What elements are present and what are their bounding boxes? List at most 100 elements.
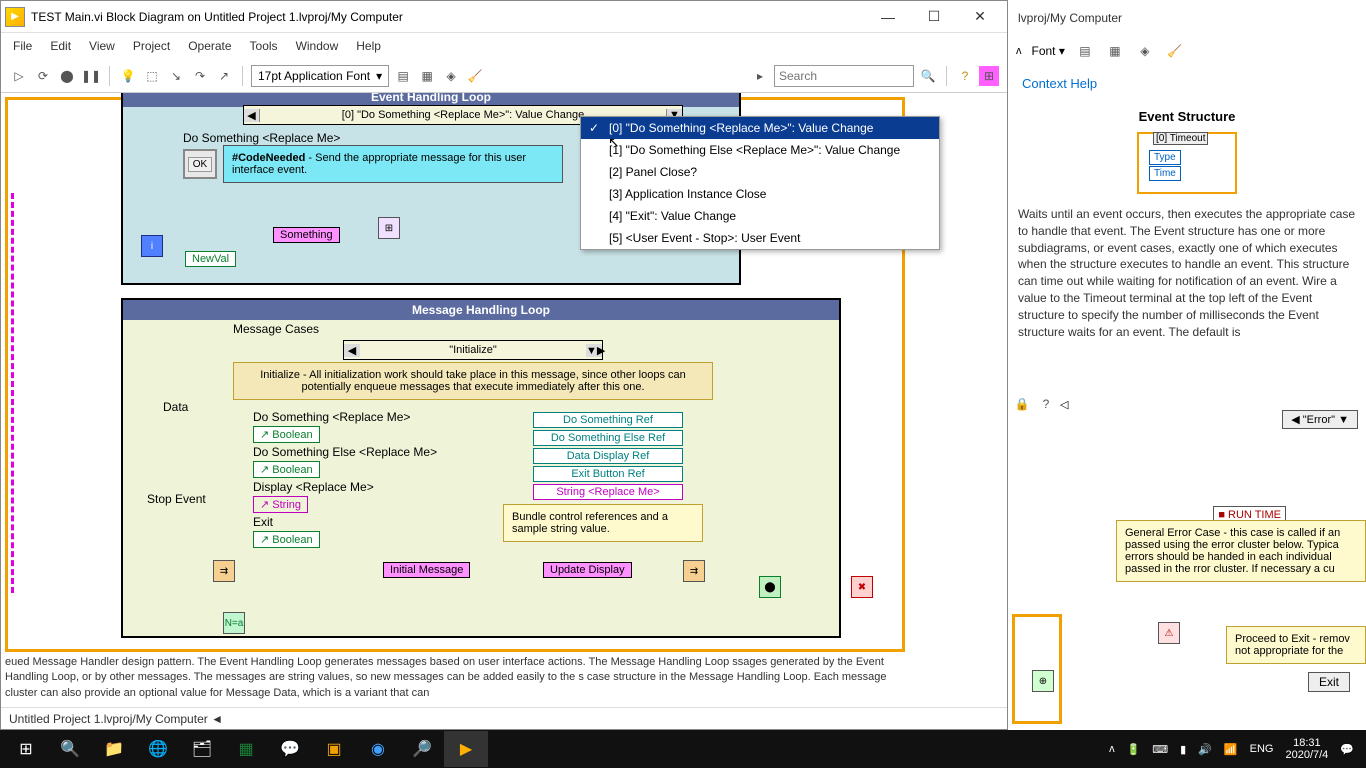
align-icon-2[interactable]: ▤ xyxy=(1075,41,1095,61)
start-button[interactable]: ⊞ xyxy=(4,731,48,767)
string-terminal[interactable]: ↗ String xyxy=(253,496,308,513)
dropdown-item-4[interactable]: [4] "Exit": Value Change xyxy=(581,205,939,227)
merge-node-icon[interactable]: ⊕ xyxy=(1032,670,1054,692)
tray-notifications-icon[interactable]: 💬 xyxy=(1340,743,1354,756)
dequeue-node-icon[interactable]: ⇉ xyxy=(213,560,235,582)
prev-case-icon[interactable]: ◀ xyxy=(244,109,260,122)
event-case-dropdown[interactable]: [0] "Do Something <Replace Me>": Value C… xyxy=(580,116,940,250)
stop-event-label: Stop Event xyxy=(147,492,206,506)
distribute-icon-2[interactable]: ▦ xyxy=(1105,41,1125,61)
event-structure-glyph: [0] Timeout Type Time xyxy=(1137,132,1237,194)
ok-control-terminal[interactable]: OK xyxy=(183,149,217,179)
step-into-icon[interactable]: ↘ xyxy=(166,66,186,86)
retain-wire-icon[interactable]: ⬚ xyxy=(142,66,162,86)
menu-window[interactable]: Window xyxy=(296,39,339,53)
taskbar-app-6[interactable]: ◉ xyxy=(356,731,400,767)
maximize-button[interactable]: ☐ xyxy=(911,2,957,32)
taskbar-app-5[interactable]: ▣ xyxy=(312,731,356,767)
dropdown-item-2[interactable]: [2] Panel Close? xyxy=(581,161,939,183)
exit-constant[interactable]: Exit xyxy=(1308,672,1350,692)
next-msg-case-icon[interactable]: ▼▶ xyxy=(586,344,602,357)
lock-icon[interactable]: 🔒 xyxy=(1012,394,1032,414)
help-icon[interactable]: ? xyxy=(955,66,975,86)
reorder-icon[interactable]: ◈ xyxy=(441,66,461,86)
stop-terminal-icon[interactable]: ⬤ xyxy=(759,576,781,598)
msg-loop-title: Message Handling Loop xyxy=(123,300,839,320)
tray-chevron-icon[interactable]: ʌ xyxy=(1109,743,1115,755)
context-help-link[interactable]: Context Help xyxy=(1008,66,1366,101)
tray-volume-icon[interactable]: 🔊 xyxy=(1198,743,1212,756)
error-case-selector[interactable]: ◀ "Error" ▼ xyxy=(1282,410,1358,429)
taskbar-chrome-icon[interactable]: 🌐 xyxy=(136,731,180,767)
tray-input-icon[interactable]: ⌨ xyxy=(1152,743,1168,756)
step-over-icon[interactable]: ↷ xyxy=(190,66,210,86)
bool-terminal-3[interactable]: ↗ Boolean xyxy=(253,531,320,548)
minimize-button[interactable]: — xyxy=(865,2,911,32)
help-small-icon[interactable]: ? xyxy=(1036,394,1056,414)
close-button[interactable]: ✕ xyxy=(957,2,1003,32)
bool-terminal-1[interactable]: ↗ Boolean xyxy=(253,426,320,443)
highlight-icon[interactable]: 💡 xyxy=(118,66,138,86)
general-error-note: General Error Case - this case is called… xyxy=(1116,520,1366,582)
taskbar-app-7[interactable]: 🔎 xyxy=(400,731,444,767)
search-icon[interactable]: 🔍 xyxy=(918,66,938,86)
taskbar-labview-icon[interactable]: ▶ xyxy=(444,731,488,767)
dropdown-item-5[interactable]: [5] <User Event - Stop>: User Event xyxy=(581,227,939,249)
enqueue-node-icon[interactable]: ⊞ xyxy=(378,217,400,239)
terminal-icon[interactable]: ⊞ xyxy=(979,66,999,86)
data-tunnel-label: Data xyxy=(163,400,188,414)
dropdown-item-0[interactable]: [0] "Do Something <Replace Me>": Value C… xyxy=(581,117,939,139)
cursor-icon: ↖ xyxy=(608,134,620,151)
something-constant[interactable]: Something xyxy=(273,227,340,243)
update-display-constant[interactable]: Update Display xyxy=(543,562,632,578)
secondary-window: lvproj/My Computer ʌ Font ▾ ▤ ▦ ◈ 🧹 Cont… xyxy=(1008,0,1366,730)
pause-icon[interactable]: ❚❚ xyxy=(81,66,101,86)
cleanup-icon[interactable]: 🧹 xyxy=(465,66,485,86)
menu-file[interactable]: File xyxy=(13,39,32,53)
align-icon[interactable]: ▤ xyxy=(393,66,413,86)
abort-icon[interactable]: ⬤ xyxy=(57,66,77,86)
message-case-selector[interactable]: ◀ "Initialize" ▼▶ xyxy=(343,340,603,360)
reorder-icon-2[interactable]: ◈ xyxy=(1135,41,1155,61)
menu-edit[interactable]: Edit xyxy=(50,39,71,53)
newval-terminal[interactable]: NewVal xyxy=(185,251,236,267)
tray-clock[interactable]: 18:31 2020/7/4 xyxy=(1285,737,1328,761)
field-do-something: Do Something <Replace Me> xyxy=(253,410,437,424)
taskbar-app-1[interactable]: 📁 xyxy=(92,731,136,767)
step-out-icon[interactable]: ↗ xyxy=(214,66,234,86)
enqueue-node-icon-2[interactable]: ⇉ xyxy=(683,560,705,582)
tray-lang[interactable]: ENG xyxy=(1250,743,1274,755)
font-label[interactable]: Font ▾ xyxy=(1032,44,1065,58)
font-selector[interactable]: 17pt Application Font▾ xyxy=(251,65,389,87)
taskbar-excel-icon[interactable]: ▦ xyxy=(224,731,268,767)
prev-msg-case-icon[interactable]: ◀ xyxy=(344,344,360,357)
taskbar-explorer-icon[interactable]: 🗂 xyxy=(180,731,224,767)
secondary-toolbar: ʌ Font ▾ ▤ ▦ ◈ 🧹 xyxy=(1008,36,1366,66)
tray-network-icon[interactable]: ▮ xyxy=(1180,743,1186,756)
menu-tools[interactable]: Tools xyxy=(250,39,278,53)
code-needed-note: #CodeNeeded - Send the appropriate messa… xyxy=(223,145,563,183)
run-cont-icon[interactable]: ⟳ xyxy=(33,66,53,86)
status-text: Untitled Project 1.lvproj/My Computer ◄ xyxy=(9,712,223,726)
initial-message-constant[interactable]: Initial Message xyxy=(383,562,470,578)
tray-battery-icon[interactable]: 🔋 xyxy=(1127,743,1141,756)
tray-wifi-icon[interactable]: 📶 xyxy=(1224,743,1238,756)
error-node-icon[interactable]: ✖ xyxy=(851,576,873,598)
bool-terminal-2[interactable]: ↗ Boolean xyxy=(253,461,320,478)
search-input[interactable] xyxy=(774,65,914,87)
menu-operate[interactable]: Operate xyxy=(188,39,231,53)
search-chevron-icon[interactable]: ▸ xyxy=(750,66,770,86)
search-taskbar-icon[interactable]: 🔍 xyxy=(48,731,92,767)
dropdown-item-3[interactable]: [3] Application Instance Close xyxy=(581,183,939,205)
menubar: File Edit View Project Operate Tools Win… xyxy=(1,33,1007,59)
menu-project[interactable]: Project xyxy=(133,39,170,53)
taskbar-wechat-icon[interactable]: 💬 xyxy=(268,731,312,767)
dropdown-item-1[interactable]: [1] "Do Something Else <Replace Me>": Va… xyxy=(581,139,939,161)
run-icon[interactable]: ▷ xyxy=(9,66,29,86)
menu-help[interactable]: Help xyxy=(356,39,381,53)
bundle-note: Bundle control references and a sample s… xyxy=(503,504,703,542)
menu-view[interactable]: View xyxy=(89,39,115,53)
distribute-icon[interactable]: ▦ xyxy=(417,66,437,86)
app-icon xyxy=(5,7,25,27)
cleanup-icon-2[interactable]: 🧹 xyxy=(1165,41,1185,61)
